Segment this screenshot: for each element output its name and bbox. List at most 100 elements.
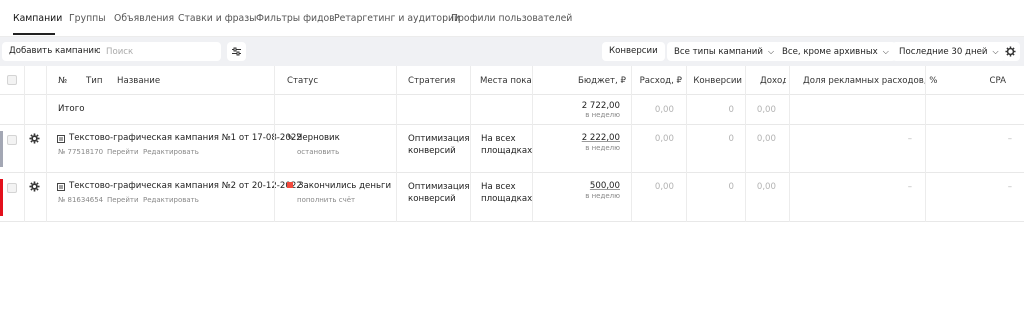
- pencil-icon: ✎: [287, 133, 294, 142]
- status-label: Закончились деньги: [298, 181, 392, 191]
- no-funds-status: Закончились деньги: [287, 181, 391, 191]
- active-tab-indicator: [13, 33, 55, 35]
- strategy-line1: Оптимизация: [408, 182, 470, 192]
- stop-campaign-link[interactable]: остановить: [297, 148, 339, 156]
- totals-spend: 0,00: [654, 105, 674, 115]
- column-divider: [46, 66, 47, 222]
- search-input[interactable]: [100, 42, 221, 61]
- column-divider: [470, 66, 471, 222]
- tab-groups[interactable]: Группы: [69, 13, 106, 24]
- column-type[interactable]: Тип: [86, 76, 102, 86]
- go-link[interactable]: Перейти: [107, 196, 139, 204]
- spend-value: 0,00: [654, 134, 674, 144]
- totals-conversions: 0: [728, 105, 734, 115]
- edit-link[interactable]: Редактировать: [143, 148, 199, 156]
- totals-label: Итого: [58, 104, 85, 114]
- spend-value: 0,00: [654, 182, 674, 192]
- column-budget[interactable]: Бюджет, ₽: [560, 76, 626, 86]
- strategy-line2: конверсий: [408, 194, 456, 204]
- totals-budget-period: в неделю: [585, 111, 620, 119]
- chevron-down-icon: ⌵: [882, 47, 889, 56]
- campaign-state-bar: [0, 131, 3, 167]
- archive-filter-dropdown[interactable]: Все, кроме архивных ⌵: [775, 42, 896, 61]
- campaign-id: № 77518170: [58, 148, 104, 156]
- row-checkbox[interactable]: [7, 183, 17, 193]
- filter-settings-button[interactable]: [227, 42, 246, 61]
- column-conversions[interactable]: Конверсии: [690, 76, 742, 86]
- column-divider: [745, 66, 746, 222]
- column-divider: [631, 66, 632, 222]
- placement-line1: На всех: [481, 182, 516, 192]
- period-label: Последние 30 дней: [899, 47, 988, 57]
- conversions-button[interactable]: Конверсии: [602, 42, 665, 61]
- placement-line2: площадках: [481, 146, 533, 156]
- income-value: 0,00: [756, 134, 776, 144]
- column-number[interactable]: №: [58, 76, 67, 86]
- income-value: 0,00: [756, 182, 776, 192]
- column-divider: [686, 66, 687, 222]
- campaign-settings-button[interactable]: [29, 133, 40, 147]
- archive-filter-label: Все, кроме архивных: [782, 47, 878, 57]
- drr-value: –: [907, 182, 912, 192]
- status-label: Черновик: [296, 133, 340, 143]
- table-header: № Тип Название Статус Стратегия Места по…: [0, 66, 1024, 95]
- tab-campaigns[interactable]: Кампании: [13, 13, 62, 24]
- campaign-name-link[interactable]: Текстово-графическая кампания №1 от 17-0…: [69, 133, 302, 143]
- totals-row: Итого 2 722,00 в неделю 0,00 0 0,00: [0, 96, 1024, 125]
- go-link[interactable]: Перейти: [107, 148, 139, 156]
- gear-icon: [29, 133, 40, 144]
- tab-user-profiles[interactable]: Профили пользователей: [451, 13, 572, 24]
- strategy-line2: конверсий: [408, 146, 456, 156]
- column-divider: [24, 66, 25, 222]
- strategy-line1: Оптимизация: [408, 134, 470, 144]
- column-drr[interactable]: Доля рекламных расходов, %: [803, 76, 937, 86]
- sliders-icon: [232, 47, 241, 56]
- conversions-value: 0: [728, 182, 734, 192]
- column-divider: [925, 66, 926, 222]
- column-cpa[interactable]: CPA: [960, 76, 1006, 86]
- tab-ads[interactable]: Объявления: [114, 13, 174, 24]
- placement-line1: На всех: [481, 134, 516, 144]
- budget-period: в неделю: [585, 144, 620, 152]
- campaign-name-link[interactable]: Текстово-графическая кампания №2 от 20-1…: [69, 181, 302, 191]
- table-row: Текстово-графическая кампания №2 от 20-1…: [0, 173, 1024, 222]
- row-checkbox[interactable]: [7, 135, 17, 145]
- column-status[interactable]: Статус: [287, 76, 318, 86]
- campaign-settings-button[interactable]: [29, 181, 40, 195]
- column-spend[interactable]: Расход, ₽: [636, 76, 682, 86]
- drr-value: –: [907, 134, 912, 144]
- campaign-tabs: Кампании Группы Объявления Ставки и фраз…: [0, 0, 1024, 37]
- add-campaign-button[interactable]: Добавить кампанию: [2, 42, 109, 61]
- chevron-down-icon: ⌵: [767, 47, 775, 56]
- gear-icon: [1005, 46, 1016, 57]
- campaign-type-icon: [57, 183, 65, 194]
- totals-income: 0,00: [756, 105, 776, 115]
- period-dropdown[interactable]: Последние 30 дней ⌵: [892, 42, 1006, 61]
- cpa-value: –: [1007, 134, 1012, 144]
- conversions-value: 0: [728, 134, 734, 144]
- column-divider: [396, 66, 397, 222]
- toolbar: Добавить кампанию Конверсии Все типы кам…: [0, 37, 1024, 66]
- gear-icon: [29, 181, 40, 192]
- column-divider: [789, 66, 790, 222]
- campaign-types-dropdown[interactable]: Все типы кампаний ⌵: [667, 42, 782, 61]
- column-placements[interactable]: Места показа: [480, 76, 531, 86]
- campaign-id: № 81634654: [58, 196, 104, 204]
- column-name[interactable]: Название: [117, 76, 160, 86]
- campaign-types-label: Все типы кампаний: [674, 47, 763, 57]
- tab-retargeting-audiences[interactable]: Ретаргетинг и аудитории: [334, 13, 460, 24]
- table-settings-button[interactable]: [1001, 42, 1020, 61]
- tab-bids-phrases[interactable]: Ставки и фразы: [178, 13, 257, 24]
- status-indicator-icon: [287, 182, 293, 188]
- draft-status: ✎ Черновик: [287, 133, 340, 143]
- totals-budget: 2 722,00: [581, 101, 620, 111]
- column-income[interactable]: Доход: [760, 76, 786, 86]
- top-up-account-link[interactable]: пополнить счёт: [297, 196, 355, 204]
- budget-value[interactable]: 2 222,00: [560, 133, 620, 143]
- select-all-checkbox[interactable]: [7, 75, 17, 85]
- placement-line2: площадках: [481, 194, 533, 204]
- budget-value[interactable]: 500,00: [560, 181, 620, 191]
- column-strategy[interactable]: Стратегия: [408, 76, 455, 86]
- edit-link[interactable]: Редактировать: [143, 196, 199, 204]
- tab-feed-filters[interactable]: Фильтры фидов: [256, 13, 335, 24]
